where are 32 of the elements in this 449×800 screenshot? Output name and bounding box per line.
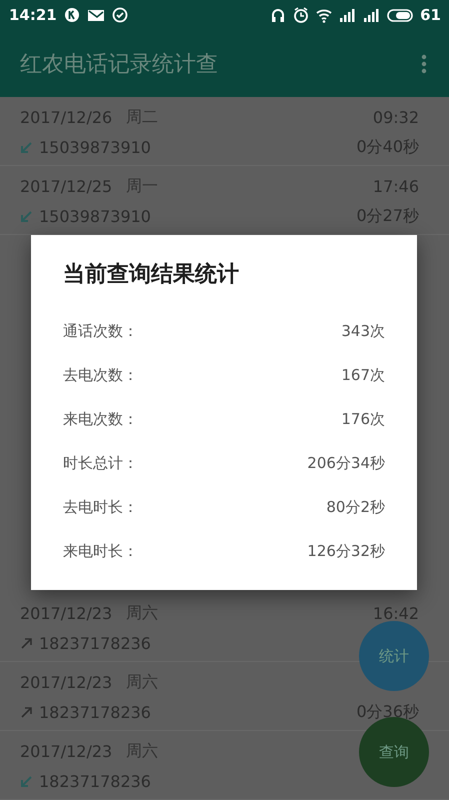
outgoing-arrow-icon (20, 706, 33, 718)
headset-icon (270, 6, 286, 24)
battery-level: 61 (420, 6, 441, 24)
wifi-icon (316, 7, 332, 23)
stat-value: 206分34秒 (307, 454, 385, 472)
stat-label: 去电时长： (63, 498, 138, 516)
stat-value: 126分32秒 (307, 542, 385, 560)
stat-label: 通话次数： (63, 322, 138, 340)
check-circle-icon (112, 7, 128, 23)
alarm-icon (293, 7, 310, 23)
stat-label: 来电时长： (63, 542, 138, 560)
mail-icon (86, 7, 105, 23)
stat-label: 去电次数： (63, 366, 138, 384)
signal-icon (363, 7, 380, 23)
stat-value: 80分2秒 (326, 498, 385, 516)
dialog-title: 当前查询结果统计 (63, 261, 240, 289)
app-icon (64, 7, 80, 23)
stat-value: 343次 (341, 322, 385, 340)
status-time: 14:21 (9, 6, 57, 24)
incoming-arrow-icon (20, 140, 33, 154)
app-title: 红农电话记录统计查 (20, 50, 219, 78)
stat-label: 来电次数： (63, 410, 138, 428)
outgoing-arrow-icon (20, 636, 33, 650)
stat-value: 167次 (341, 366, 385, 384)
incoming-arrow-icon (20, 774, 33, 788)
incoming-arrow-icon (20, 210, 33, 222)
signal-icon (339, 7, 356, 23)
stat-label: 时长总计： (63, 454, 138, 472)
stat-value: 176次 (341, 410, 385, 428)
more-menu-icon[interactable] (421, 54, 427, 74)
fab-button[interactable]: 统计 (359, 621, 429, 691)
battery-icon (387, 6, 414, 24)
